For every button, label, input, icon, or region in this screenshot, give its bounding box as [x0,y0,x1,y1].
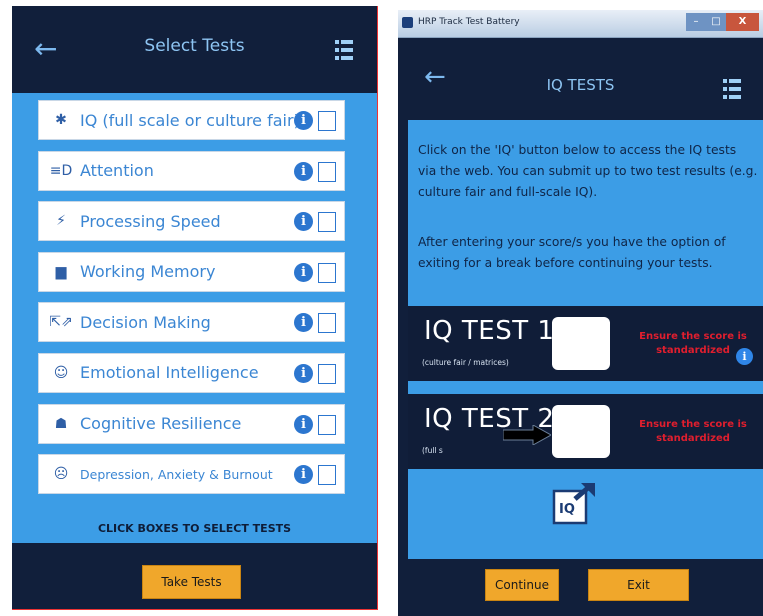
select-checkbox[interactable] [318,414,336,435]
select-checkbox[interactable] [318,313,336,334]
test-row[interactable]: ☗ Cognitive Resilience i [38,403,345,444]
test-row[interactable]: ☺ Emotional Intelligence i [38,352,345,393]
row-separator [408,381,763,394]
select-hint: CLICK BOXES TO SELECT TESTS [97,522,292,535]
info-icon[interactable]: i [294,262,313,282]
close-button[interactable]: X [726,13,759,31]
iq-test-1-label: IQ TEST 1 [424,316,555,346]
test-label: Cognitive Resilience [80,414,242,434]
iq-test-2-score-input[interactable] [552,405,610,458]
select-checkbox[interactable] [318,161,336,182]
header-bar: ← Select Tests [12,6,377,93]
head-icon: ☗ [54,415,68,432]
test-label: IQ (full scale or culture fair) [80,110,300,130]
iq-test-1-row: IQ TEST 1 (culture fair / matrices) Ensu… [408,306,763,381]
select-checkbox[interactable] [318,465,336,486]
footer-bar: Take Tests [12,543,377,609]
list-menu-icon[interactable] [723,79,741,99]
select-tests-screen: ← Select Tests ✱ IQ (full scale or cultur… [12,6,378,610]
iq-tests-window: HRP Track Test Battery – □ X ← IQ TESTS … [398,10,763,616]
select-checkbox[interactable] [318,212,336,233]
iq-test-1-score-input[interactable] [552,317,610,370]
footer-bar: Continue Exit [398,559,763,616]
arrows-icon: ⇱⇗ [49,314,73,331]
app-icon [402,17,413,28]
instructions-panel: Click on the 'IQ' button below to access… [408,120,763,306]
header-bar: ← IQ TESTS [398,38,763,120]
window-title: HRP Track Test Battery [418,17,520,27]
instructions-text: Click on the 'IQ' button below to access… [418,143,758,199]
iq-test-1-sublabel: (culture fair / matrices) [422,358,509,367]
exit-button[interactable]: Exit [588,569,689,601]
page-title: Select Tests [144,36,245,56]
standardized-warning: Ensure the score is standardized [639,419,747,444]
minimize-button[interactable]: – [686,13,706,31]
lightning-icon: ⚡ [56,213,66,230]
info-icon[interactable]: i [294,111,313,130]
select-checkbox[interactable] [318,111,336,131]
svg-text:IQ: IQ [559,502,575,517]
memory-icon: ▆ [55,263,67,280]
info-icon[interactable]: i [294,161,313,181]
test-row[interactable]: ⚡ Processing Speed i [38,201,345,242]
iq-external-link-icon[interactable]: IQ [551,481,597,529]
info-icon[interactable]: i [294,212,313,232]
info-icon[interactable]: i [736,348,753,365]
sad-face-icon: ☹ [53,466,69,483]
test-label: Emotional Intelligence [80,363,259,383]
window-titlebar: HRP Track Test Battery – □ X [398,10,763,38]
test-label: Processing Speed [80,211,221,231]
iq-test-2-row: IQ TEST 2 (full s Ensure the score is st… [408,394,763,469]
test-row[interactable]: ▆ Working Memory i [38,251,345,292]
test-row[interactable]: ≡D Attention i [38,150,345,191]
continue-button[interactable]: Continue [485,569,559,601]
break-info-text: After entering your score/s you have the… [418,235,726,270]
test-row[interactable]: ⇱⇗ Decision Making i [38,302,345,343]
puzzle-icon: ✱ [55,112,67,128]
pointer-arrow-icon [503,425,551,445]
test-row[interactable]: ✱ IQ (full scale or culture fair) i [38,100,345,140]
info-icon[interactable]: i [294,465,313,485]
info-icon[interactable]: i [294,313,313,333]
page-title: IQ TESTS [546,76,615,94]
iq-test-2-sublabel: (full s [422,446,443,455]
info-icon[interactable]: i [294,363,313,383]
info-icon[interactable]: i [294,414,313,434]
maximize-button[interactable]: □ [706,13,726,31]
select-checkbox[interactable] [318,262,336,283]
attention-icon: ≡D [49,162,73,179]
iq-button-area: IQ [408,469,763,559]
test-list: ✱ IQ (full scale or culture fair) i ≡D Atten… [38,100,345,505]
test-row[interactable]: ☹ Depression, Anxiety & Burnout i [38,454,345,495]
take-tests-button[interactable]: Take Tests [142,565,241,599]
select-checkbox[interactable] [318,363,336,384]
smiley-icon: ☺ [53,364,69,381]
test-label: Attention [80,161,154,181]
list-menu-icon[interactable] [335,40,353,60]
test-label: Depression, Anxiety & Burnout [80,466,273,482]
test-label: Working Memory [80,262,216,282]
test-label: Decision Making [80,312,211,332]
